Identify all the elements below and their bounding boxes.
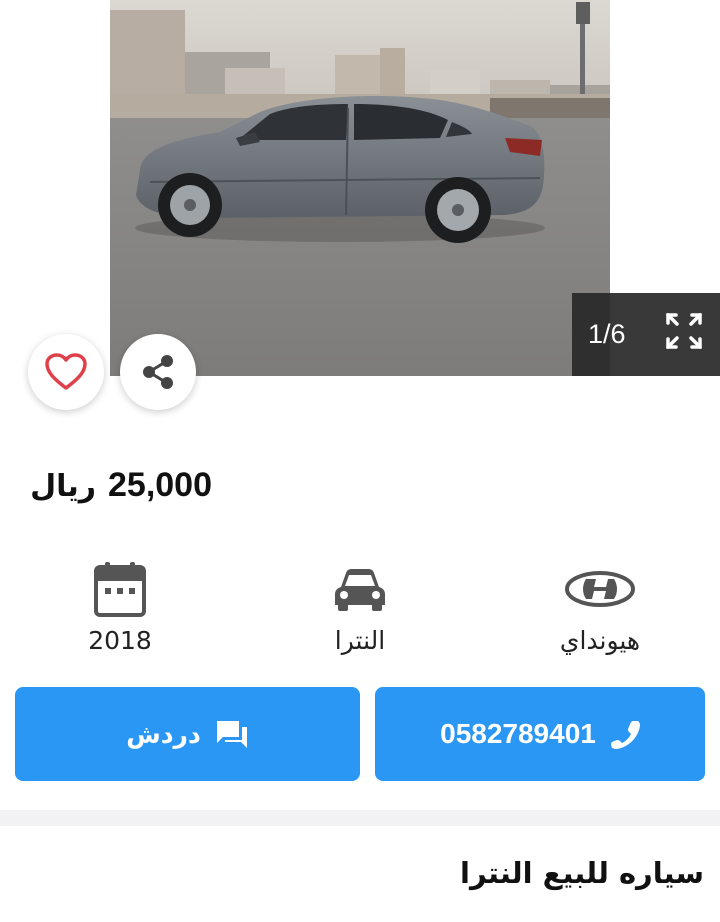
calendar-icon [94,562,146,617]
price-amount: 25,000 [108,466,212,504]
call-button-number: 0582789401 [440,718,596,749]
share-icon [143,355,173,389]
chevron-right-icon [648,156,664,184]
phone-icon [610,721,640,749]
spec-model: النترا [270,558,450,655]
chat-icon [216,721,247,748]
chat-button[interactable]: دردش [15,687,360,781]
car-icon [335,569,385,611]
listing-page: 1/6 25,000 ريال هيونداي النترا 2018 دردش… [0,0,720,922]
price-currency: ريال [30,469,96,504]
listing-title: سياره للبيع النترا [460,856,704,890]
car-photo[interactable] [110,0,610,376]
price: 25,000 ريال [30,466,212,505]
next-photo-button[interactable] [636,150,676,190]
photo-counter: 1/6 [572,293,720,376]
spec-make-label: هيونداي [559,626,641,655]
section-divider [0,810,720,826]
spec-model-label: النترا [334,626,386,655]
expand-icon[interactable] [664,311,704,351]
hyundai-logo-icon [565,571,635,607]
photo-gallery[interactable]: 1/6 [0,0,720,376]
photo-counter-text: 1/6 [588,319,626,349]
chat-button-label: دردش [126,719,201,749]
spec-make: هيونداي [510,558,690,655]
favorite-button[interactable] [28,334,104,410]
spec-year-label: 2018 [88,626,152,655]
heart-outline-icon [45,353,87,390]
chevron-left-icon [52,156,68,184]
call-button[interactable]: 0582789401 [375,687,705,781]
previous-photo-button[interactable] [40,150,80,190]
spec-year: 2018 [30,558,210,655]
share-button[interactable] [120,334,196,410]
